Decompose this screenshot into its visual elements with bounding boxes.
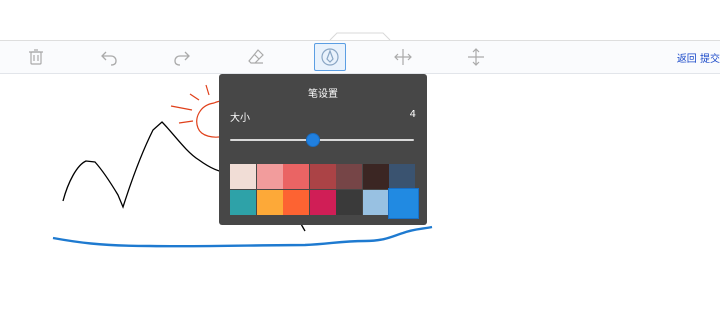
pen-button[interactable]: [314, 43, 346, 71]
redo-icon: [174, 51, 190, 66]
pen-settings-title: 笔设置: [308, 89, 338, 100]
color-swatch[interactable]: [362, 189, 389, 215]
ground-stroke: [52, 225, 433, 248]
color-swatch[interactable]: [336, 164, 362, 189]
pen-settings-panel: 笔设置 大小 4: [219, 74, 427, 225]
color-swatch[interactable]: [362, 164, 389, 189]
undo-button[interactable]: [93, 43, 125, 71]
color-swatch[interactable]: [309, 164, 336, 189]
color-swatch[interactable]: [283, 189, 309, 215]
color-swatch[interactable]: [283, 164, 309, 189]
undo-icon: [101, 51, 117, 66]
size-value: 4: [409, 109, 416, 120]
color-swatch[interactable]: [230, 189, 256, 215]
toolbar-links: 返回 提交: [677, 50, 720, 65]
toolbar-handle: [329, 32, 391, 41]
color-swatch[interactable]: [388, 187, 419, 219]
toolbar: 返回 提交: [0, 41, 720, 74]
arrows-horizontal-icon: [394, 49, 412, 65]
color-swatch[interactable]: [230, 164, 256, 189]
color-swatch[interactable]: [336, 189, 362, 215]
eraser-icon: [248, 49, 264, 64]
pen-icon: [321, 48, 339, 66]
color-swatch[interactable]: [389, 164, 415, 189]
size-slider-track[interactable]: [230, 139, 414, 141]
mountain-stroke-tail: [300, 223, 306, 232]
size-label: 大小: [230, 113, 250, 124]
trash-icon: [29, 49, 43, 65]
eraser-button[interactable]: [240, 43, 272, 71]
back-link[interactable]: 返回: [677, 54, 697, 65]
color-swatch[interactable]: [256, 189, 283, 215]
arrows-vertical-icon: [468, 48, 484, 66]
color-swatch[interactable]: [309, 189, 336, 215]
size-slider-thumb[interactable]: [305, 133, 320, 147]
color-swatch[interactable]: [256, 164, 283, 189]
submit-link[interactable]: 提交: [700, 54, 720, 65]
redo-button[interactable]: [166, 43, 198, 71]
expand-vertical-button[interactable]: [460, 43, 492, 71]
delete-button[interactable]: [20, 43, 52, 71]
expand-horizontal-button[interactable]: [387, 43, 419, 71]
